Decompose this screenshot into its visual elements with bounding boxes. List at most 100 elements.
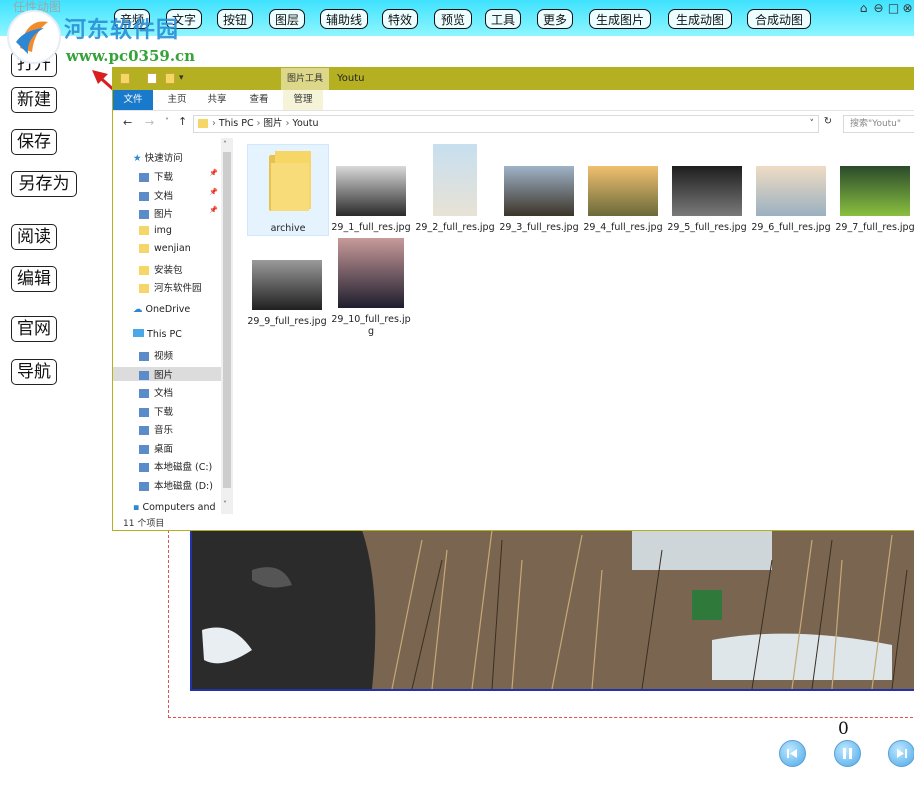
file-item[interactable]: 29_1_full_res.jpg [331, 144, 411, 234]
nav-item-icon [139, 463, 149, 472]
nav-this-pc[interactable]: This PC [133, 329, 182, 340]
nav-pc_items-6[interactable]: 本地磁盘 (C:) [139, 459, 212, 473]
back-icon[interactable]: ← [123, 116, 132, 129]
sidebar-button-1[interactable]: 新建 [11, 87, 57, 113]
breadcrumb-separator: › [256, 118, 261, 129]
file-item[interactable]: 29_3_full_res.jpg [499, 144, 579, 234]
toolbar-button-8[interactable]: 更多 [537, 9, 573, 29]
sidebar-button-7[interactable]: 导航 [11, 359, 57, 385]
sidebar-button-2[interactable]: 保存 [11, 129, 57, 155]
nav-pc_items-7[interactable]: 本地磁盘 (D:) [139, 478, 213, 492]
nav-item-icon [139, 244, 149, 253]
address-bar[interactable]: › This PC › 图片 › Youtu ˅ [193, 115, 819, 133]
file-name: 29_7_full_res.jpg [835, 222, 914, 233]
folder-item[interactable]: archive [247, 144, 329, 236]
ribbon-tab-0[interactable]: 文件 [113, 90, 153, 110]
ribbon-tab-4[interactable]: 管理 [283, 90, 323, 110]
nav-quick-access[interactable]: ★ 快速访问 [133, 150, 183, 164]
nav-item-icon [139, 352, 149, 361]
up-icon[interactable]: ↑ [178, 115, 187, 128]
toolbar-button-6[interactable]: 预览 [434, 9, 472, 29]
ribbon-tab-3[interactable]: 查看 [239, 90, 279, 110]
nav-pc_items-3[interactable]: 下载 [139, 404, 173, 418]
file-item[interactable]: 29_2_full_res.jpg [415, 144, 495, 234]
quick-access-dropdown-icon[interactable]: ▾ [179, 73, 184, 83]
toolbar-button-9[interactable]: 生成图片 [589, 9, 651, 29]
file-name: 29_1_full_res.jpg [331, 222, 411, 233]
file-name: archive [270, 223, 306, 234]
image-thumbnail [672, 166, 742, 216]
next-icon [897, 749, 907, 758]
breadcrumb-separator: › [212, 118, 216, 129]
nav-quick_items-5[interactable]: 安装包 [139, 262, 183, 276]
maximize-icon[interactable]: □ [887, 2, 900, 15]
toolbar-button-5[interactable]: 特效 [382, 9, 418, 29]
toolbar-button-7[interactable]: 工具 [485, 9, 521, 29]
file-name: 29_3_full_res.jpg [499, 222, 579, 233]
new-folder-icon[interactable] [165, 73, 175, 84]
scroll-down-icon[interactable]: ˅ [223, 500, 227, 509]
toolbar-button-10[interactable]: 生成动图 [668, 9, 732, 29]
properties-icon[interactable] [147, 73, 157, 84]
address-dropdown-icon[interactable]: ˅ [810, 116, 815, 132]
refresh-icon[interactable]: ↻ [821, 116, 835, 132]
sidebar-button-3[interactable]: 另存为 [11, 171, 77, 197]
nav-pc_items-1[interactable]: 图片 [113, 366, 221, 381]
nav-quick_items-4[interactable]: wenjian [139, 243, 191, 254]
toolbar-button-4[interactable]: 辅助线 [320, 9, 368, 29]
nav-pc_items-4[interactable]: 音乐 [139, 422, 173, 436]
search-input[interactable]: 搜索"Youtu" [843, 115, 914, 133]
file-item[interactable]: 29_5_full_res.jpg [667, 144, 747, 234]
nav-network[interactable]: ▪ Computers and [133, 502, 216, 513]
nav-onedrive[interactable]: ☁ OneDrive [133, 304, 190, 315]
explorer-title-bar: ▾ 图片工具 Youtu [113, 68, 914, 90]
file-item[interactable]: 29_7_full_res.jpg [835, 144, 914, 234]
nav-quick_items-6[interactable]: 河东软件园 [139, 280, 202, 294]
site-logo [7, 10, 61, 64]
file-name: 29_10_full_res.jpg [331, 314, 411, 337]
minimize-icon[interactable]: ⊖ [872, 2, 885, 15]
file-item[interactable]: 29_4_full_res.jpg [583, 144, 663, 234]
toolbar-button-3[interactable]: 图层 [269, 9, 305, 29]
file-explorer-window[interactable]: ▾ 图片工具 Youtu 文件 主页 共享 查看 管理 ← → ˅ ↑ › This P… [112, 67, 914, 531]
nav-quick_items-2[interactable]: 图片 📌 [139, 206, 218, 220]
file-item[interactable]: 29_10_full_res.jpg [331, 238, 411, 338]
navigation-pane: ★ 快速访问 下载 📌 文档 📌 图片 📌 img wenjian 安装包 河东软件园 ☁ One… [113, 138, 233, 514]
nav-item-icon [139, 210, 149, 219]
nav-scrollbar-thumb[interactable] [223, 152, 231, 488]
next-button[interactable] [888, 740, 914, 767]
breadcrumb-this-pc[interactable]: This PC [219, 118, 254, 129]
status-bar-count: 11 个项目 [123, 519, 165, 529]
home-icon[interactable]: ⌂ [857, 2, 870, 15]
image-thumbnail [588, 166, 658, 216]
sidebar-button-6[interactable]: 官网 [11, 316, 57, 342]
pin-icon: 📌 [209, 187, 218, 196]
breadcrumb-youtu[interactable]: Youtu [292, 118, 318, 129]
canvas-image[interactable] [190, 528, 914, 691]
nav-quick_items-1[interactable]: 文档 📌 [139, 188, 218, 202]
pin-icon: 📌 [209, 206, 218, 214]
explorer-window-title: Youtu [337, 73, 365, 84]
close-icon[interactable]: ⊗ [901, 2, 914, 15]
file-item[interactable]: 29_6_full_res.jpg [751, 144, 831, 234]
forward-icon[interactable]: → [145, 116, 154, 129]
nav-pc_items-2[interactable]: 文档 [139, 385, 173, 399]
prev-button[interactable] [779, 740, 806, 767]
file-item[interactable]: 29_9_full_res.jpg [247, 238, 327, 328]
sidebar-button-4[interactable]: 阅读 [11, 224, 57, 250]
ribbon-tab-1[interactable]: 主页 [157, 90, 197, 110]
pause-button[interactable] [834, 740, 861, 767]
sidebar-button-5[interactable]: 编辑 [11, 266, 57, 292]
nav-pc_items-0[interactable]: 视频 [139, 348, 173, 362]
toolbar-button-11[interactable]: 合成动图 [747, 9, 811, 29]
address-row: ← → ˅ ↑ › This PC › 图片 › Youtu ˅ ↻ 搜索"Yo… [113, 112, 914, 136]
toolbar-button-2[interactable]: 按钮 [217, 9, 253, 29]
nav-quick_items-3[interactable]: img [139, 225, 172, 236]
ribbon-tab-2[interactable]: 共享 [197, 90, 237, 110]
recent-dropdown-icon[interactable]: ˅ [165, 117, 169, 126]
nav-quick_items-0[interactable]: 下载 📌 [139, 169, 218, 183]
picture-tools-label: 图片工具 [281, 68, 329, 90]
nav-pc_items-5[interactable]: 桌面 [139, 441, 173, 455]
breadcrumb-pictures[interactable]: 图片 [264, 118, 283, 129]
scroll-up-icon[interactable]: ˄ [223, 140, 227, 149]
